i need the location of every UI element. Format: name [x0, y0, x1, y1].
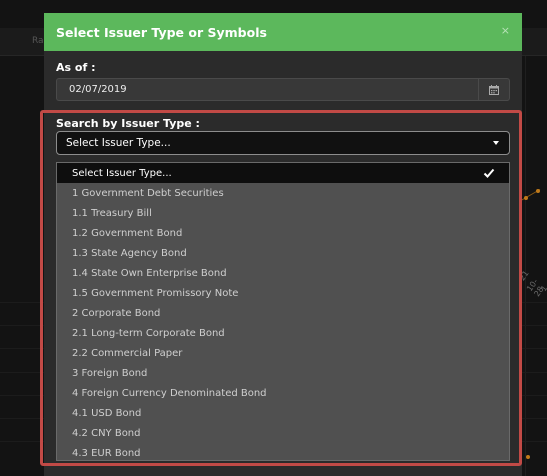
dropdown-option-label: 3 Foreign Bond	[72, 367, 148, 379]
chart-point	[536, 189, 540, 193]
dropdown-option-label: 4 Foreign Currency Denominated Bond	[72, 387, 267, 399]
dropdown-option[interactable]: 3 Foreign Bond	[57, 363, 509, 383]
dropdown-option[interactable]: 4.2 CNY Bond	[57, 423, 509, 443]
dropdown-option[interactable]: 1.4 State Own Enterprise Bond	[57, 263, 509, 283]
dropdown-option[interactable]: 1.2 Government Bond	[57, 223, 509, 243]
as-of-date-input[interactable]: 02/07/2019	[56, 78, 510, 101]
dropdown-option[interactable]: 4 Foreign Currency Denominated Bond	[57, 383, 509, 403]
dropdown-option[interactable]: 1.5 Government Promissory Note	[57, 283, 509, 303]
dropdown-option[interactable]: 2.2 Commercial Paper	[57, 343, 509, 363]
issuer-type-select[interactable]: Select Issuer Type...	[56, 131, 510, 155]
dropdown-option[interactable]: 1 Government Debt Securities	[57, 183, 509, 203]
modal-title: Select Issuer Type or Symbols	[56, 24, 267, 40]
as-of-label: As of :	[56, 61, 96, 74]
dropdown-option[interactable]: 1.1 Treasury Bill	[57, 203, 509, 223]
as-of-date-value[interactable]: 02/07/2019	[57, 84, 478, 95]
dropdown-option-label: 4.2 CNY Bond	[72, 427, 141, 439]
dropdown-option-label: 1.4 State Own Enterprise Bond	[72, 267, 227, 279]
dropdown-option-label: 1 Government Debt Securities	[72, 187, 224, 199]
modal-header: Select Issuer Type or Symbols ×	[44, 13, 522, 51]
dropdown-option[interactable]: 4.3 EUR Bond	[57, 443, 509, 463]
search-by-issuer-label: Search by Issuer Type :	[56, 117, 200, 130]
close-icon[interactable]: ×	[501, 24, 510, 37]
dropdown-option-label: 4.1 USD Bond	[72, 407, 142, 419]
grid-line	[525, 56, 526, 476]
dropdown-option-label: 2.1 Long-term Corporate Bond	[72, 327, 225, 339]
dropdown-option-label: 2.2 Commercial Paper	[72, 347, 183, 359]
background-header-text: Ra	[32, 36, 44, 46]
chart-point	[524, 196, 528, 200]
dropdown-option-label: 4.3 EUR Bond	[72, 447, 141, 459]
calendar-button[interactable]	[478, 79, 509, 100]
dropdown-option[interactable]: 4.1 USD Bond	[57, 403, 509, 423]
dropdown-option[interactable]: 2 Corporate Bond	[57, 303, 509, 323]
issuer-type-dropdown: Select Issuer Type... 1 Government Debt …	[56, 162, 510, 461]
dropdown-option-label: Select Issuer Type...	[72, 167, 172, 179]
calendar-icon	[489, 84, 499, 95]
dropdown-option-label: 1.5 Government Promissory Note	[72, 287, 239, 299]
dropdown-option-label: 2 Corporate Bond	[72, 307, 161, 319]
dropdown-option[interactable]: Select Issuer Type...	[57, 163, 509, 183]
chart-point	[526, 455, 530, 459]
dropdown-option[interactable]: 1.3 State Agency Bond	[57, 243, 509, 263]
caret-down-icon	[493, 141, 499, 145]
dropdown-option-label: 1.1 Treasury Bill	[72, 207, 152, 219]
dropdown-option[interactable]: 2.1 Long-term Corporate Bond	[57, 323, 509, 343]
dropdown-option-label: 1.2 Government Bond	[72, 227, 183, 239]
issuer-type-select-value: Select Issuer Type...	[66, 137, 171, 149]
checkmark-icon	[483, 168, 495, 178]
dropdown-option-label: 1.3 State Agency Bond	[72, 247, 187, 259]
